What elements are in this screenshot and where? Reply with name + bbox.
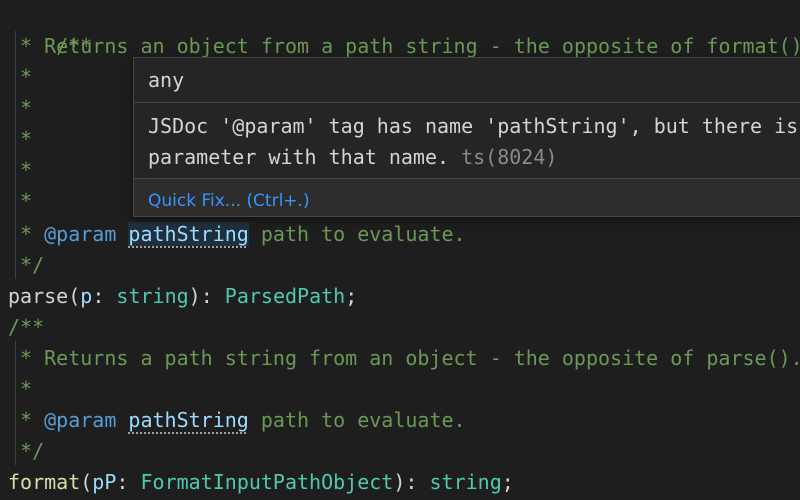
hover-tooltip[interactable]: any JSDoc '@param' tag has name 'pathStr… <box>133 57 800 217</box>
diagnostic-text: parameter with that name. <box>148 145 462 169</box>
code-line: * <box>8 62 32 93</box>
comment-close: */ <box>8 253 45 277</box>
code-line: /** <box>8 0 92 58</box>
comment-star: * <box>20 96 33 120</box>
return-type: ParsedPath <box>224 284 346 308</box>
code-line: /** <box>8 312 44 343</box>
code-editor[interactable]: /** * Returns an object from a path stri… <box>0 0 800 500</box>
quick-fix-link[interactable]: Quick Fix... (Ctrl+.) <box>148 191 310 211</box>
comment-text: * Returns a path string from an object -… <box>8 346 800 370</box>
code-line: * <box>8 93 32 124</box>
function-name: format <box>8 470 81 494</box>
diagnostic-line: JSDoc '@param' tag has name 'pathString'… <box>148 114 800 138</box>
semicolon: ; <box>501 470 514 494</box>
comment-star: * <box>20 127 33 151</box>
paren: ): <box>188 284 225 308</box>
comment-star: * <box>8 408 45 432</box>
code-line: * Returns a path string from an object -… <box>8 343 800 374</box>
comment-open: /** <box>8 315 45 339</box>
hover-type-signature: any <box>134 58 800 103</box>
semicolon: ; <box>345 284 358 308</box>
param-name-error[interactable]: pathString <box>128 222 249 246</box>
param-name-error[interactable]: pathString <box>128 408 248 432</box>
code-line: */ <box>8 436 44 467</box>
function-name: parse <box>8 284 69 308</box>
param-description: path to evaluate. <box>248 222 466 246</box>
hover-status-bar: Quick Fix... (Ctrl+.) <box>134 179 800 216</box>
hover-diagnostic-message: JSDoc '@param' tag has name 'pathString'… <box>134 103 800 179</box>
code-line: format(pP: FormatInputPathObject): strin… <box>8 467 514 498</box>
comment-star: * <box>8 222 45 246</box>
paren: ( <box>68 284 81 308</box>
colon: : <box>92 284 117 308</box>
colon: : <box>116 470 141 494</box>
code-line: * @param pathString path to evaluate. <box>8 405 466 436</box>
parameter: pP <box>92 470 117 494</box>
param-type: FormatInputPathObject <box>140 470 394 494</box>
comment-star: * <box>20 34 45 58</box>
code-line: * <box>8 124 32 155</box>
diagnostic-line: parameter with that name. ts(8024) <box>148 142 786 173</box>
paren: ): <box>393 470 430 494</box>
code-line: */ <box>8 250 44 281</box>
comment-close: */ <box>8 439 45 463</box>
code-line: * <box>8 155 32 186</box>
paren: ( <box>80 470 93 494</box>
jsdoc-param-tag: @param <box>44 408 117 432</box>
code-line: * <box>8 374 32 405</box>
comment-star: * <box>8 377 33 401</box>
param-type: string <box>116 284 189 308</box>
param-description: path to evaluate. <box>248 408 466 432</box>
parameter: p <box>80 284 93 308</box>
code-line: * @param pathString path to evaluate. <box>8 219 466 250</box>
comment-star: * <box>20 158 33 182</box>
comment-star: * <box>20 189 33 213</box>
comment-text: Returns an object from a path string - t… <box>44 34 800 58</box>
jsdoc-param-tag: @param <box>44 222 117 246</box>
error-code: ts(8024) <box>461 145 558 169</box>
code-line: parse(p: string): ParsedPath; <box>8 281 357 312</box>
comment-star: * <box>20 65 33 89</box>
code-line: * <box>8 186 32 217</box>
return-type: string <box>429 470 502 494</box>
